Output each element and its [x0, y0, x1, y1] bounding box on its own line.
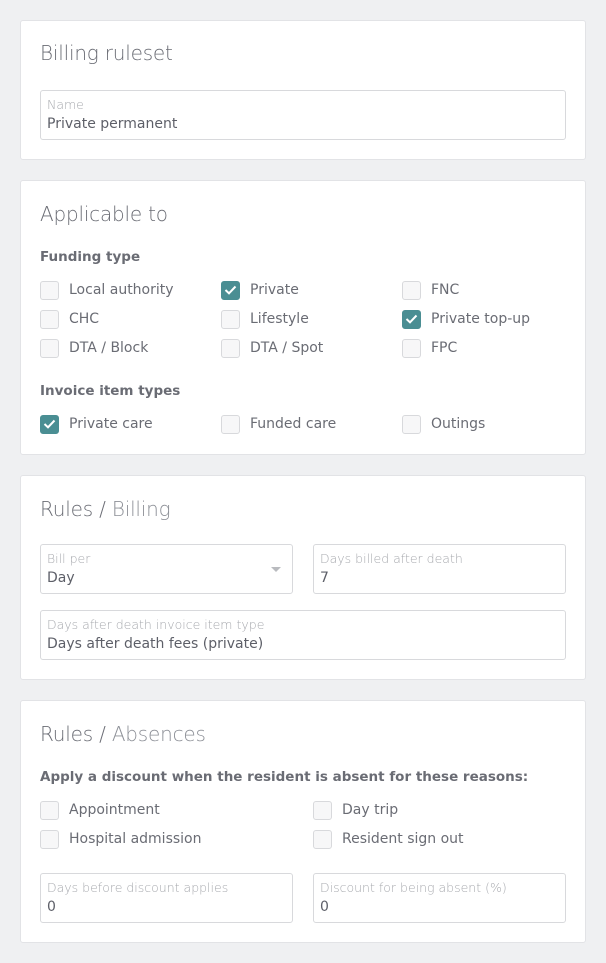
discount-percent-field[interactable]: Discount for being absent (%) 0	[313, 873, 566, 923]
checkbox-box[interactable]	[313, 829, 332, 849]
rules-billing-title: Rules / Billing	[40, 497, 171, 521]
checkbox-label: FNC	[431, 282, 460, 298]
applicable-to-title: Applicable to	[40, 202, 168, 226]
bill-per-label: Bill per	[47, 551, 91, 566]
checkbox-box[interactable]	[402, 280, 421, 300]
days-before-discount-label: Days before discount applies	[47, 880, 229, 895]
checkbox-box[interactable]	[221, 338, 240, 358]
rules-billing-card: Rules / Billing Bill per Day Days billed…	[20, 475, 586, 680]
checkbox-box[interactable]	[40, 414, 59, 434]
rules-absences-card: Rules / Absences Apply a discount when t…	[20, 700, 586, 943]
checkbox-local-authority[interactable]: Local authority	[40, 280, 174, 300]
checkbox-box[interactable]	[40, 829, 59, 849]
checkbox-label: FPC	[431, 340, 458, 356]
title-main: Rules	[40, 497, 93, 521]
chevron-down-icon[interactable]	[271, 567, 281, 572]
days-billed-after-death-field[interactable]: Days billed after death 7	[313, 544, 566, 594]
name-field-label: Name	[47, 97, 84, 112]
checkbox-label: Hospital admission	[69, 831, 202, 847]
checkbox-label: Lifestyle	[250, 311, 309, 327]
funding-type-label: Funding type	[40, 249, 141, 265]
checkbox-private[interactable]: Private	[221, 280, 299, 300]
checkbox-label: Private	[250, 282, 299, 298]
checkbox-box[interactable]	[221, 414, 240, 434]
checkbox-funded-care[interactable]: Funded care	[221, 414, 336, 434]
applicable-to-card: Applicable to Funding type Local authori…	[20, 180, 586, 455]
checkbox-lifestyle[interactable]: Lifestyle	[221, 309, 309, 329]
checkbox-box[interactable]	[402, 338, 421, 358]
checkbox-label: Local authority	[69, 282, 174, 298]
name-field[interactable]: Name Private permanent	[40, 90, 566, 140]
checkbox-box[interactable]	[40, 280, 59, 300]
bill-per-value[interactable]: Day	[47, 570, 75, 586]
discount-percent-label: Discount for being absent (%)	[320, 880, 507, 895]
checkbox-resident-sign-out[interactable]: Resident sign out	[313, 829, 464, 849]
checkbox-private-care[interactable]: Private care	[40, 414, 153, 434]
title-sub: Billing	[111, 497, 171, 521]
days-before-discount-field[interactable]: Days before discount applies 0	[40, 873, 293, 923]
days-billed-after-death-label: Days billed after death	[320, 551, 463, 566]
discount-percent-value[interactable]: 0	[320, 899, 329, 915]
billing-ruleset-card: Billing ruleset Name Private permanent	[20, 20, 586, 160]
invoice-item-types-label: Invoice item types	[40, 383, 181, 399]
days-after-death-item-type-field[interactable]: Days after death invoice item type Days …	[40, 610, 566, 660]
checkbox-hospital-admission[interactable]: Hospital admission	[40, 829, 201, 849]
check-icon	[405, 314, 418, 324]
checkbox-label: Appointment	[69, 802, 160, 818]
checkbox-label: DTA / Block	[69, 340, 149, 356]
bill-per-select[interactable]: Bill per Day	[40, 544, 293, 594]
checkbox-day-trip[interactable]: Day trip	[313, 800, 398, 820]
title-separator: /	[92, 497, 112, 521]
checkbox-box[interactable]	[402, 309, 421, 329]
checkbox-box[interactable]	[40, 309, 59, 329]
days-after-death-item-type-label: Days after death invoice item type	[47, 617, 265, 632]
check-icon	[224, 285, 237, 295]
checkbox-label: CHC	[69, 311, 100, 327]
checkbox-label: Resident sign out	[342, 831, 464, 847]
rules-absences-title: Rules / Absences	[40, 722, 206, 746]
check-icon	[43, 419, 56, 429]
checkbox-private-top-up[interactable]: Private top-up	[402, 309, 530, 329]
checkbox-chc[interactable]: CHC	[40, 309, 99, 329]
checkbox-box[interactable]	[402, 414, 421, 434]
billing-ruleset-title: Billing ruleset	[40, 41, 173, 65]
absence-instruction: Apply a discount when the resident is ab…	[40, 769, 529, 785]
checkbox-appointment[interactable]: Appointment	[40, 800, 160, 820]
checkbox-dta-spot[interactable]: DTA / Spot	[221, 338, 323, 358]
checkbox-label: Outings	[431, 416, 486, 432]
days-after-death-item-type-value[interactable]: Days after death fees (private)	[47, 636, 263, 652]
title-main: Rules	[40, 722, 93, 746]
checkbox-box[interactable]	[40, 338, 59, 358]
checkbox-box[interactable]	[221, 309, 240, 329]
checkbox-outings[interactable]: Outings	[402, 414, 485, 434]
checkbox-box[interactable]	[221, 280, 240, 300]
days-billed-after-death-value[interactable]: 7	[320, 570, 329, 586]
checkbox-box[interactable]	[313, 800, 332, 820]
name-field-value[interactable]: Private permanent	[47, 116, 177, 132]
checkbox-label: Private care	[69, 416, 153, 432]
checkbox-label: Private top-up	[431, 311, 531, 327]
checkbox-label: DTA / Spot	[250, 340, 324, 356]
checkbox-label: Funded care	[250, 416, 337, 432]
checkbox-fpc[interactable]: FPC	[402, 338, 457, 358]
title-separator: /	[92, 722, 112, 746]
checkbox-box[interactable]	[40, 800, 59, 820]
days-before-discount-value[interactable]: 0	[47, 899, 56, 915]
checkbox-fnc[interactable]: FNC	[402, 280, 459, 300]
checkbox-dta-block[interactable]: DTA / Block	[40, 338, 148, 358]
checkbox-label: Day trip	[342, 802, 399, 818]
title-sub: Absences	[111, 722, 206, 746]
